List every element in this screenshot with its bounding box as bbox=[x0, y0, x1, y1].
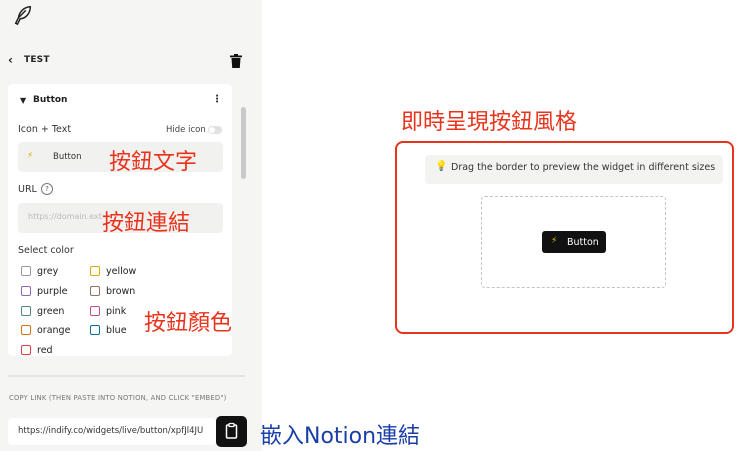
scrollbar-thumb[interactable] bbox=[241, 107, 246, 179]
color-swatch-yellow[interactable] bbox=[90, 266, 100, 276]
annotation-embed-link: 嵌入Notion連結 bbox=[260, 424, 421, 449]
copy-link-button[interactable] bbox=[216, 416, 247, 447]
caret-down-icon[interactable]: ▼ bbox=[20, 96, 26, 105]
icon-text-label: Icon + Text bbox=[18, 124, 72, 135]
color-swatch-brown[interactable] bbox=[90, 286, 100, 296]
annotation-button-text: 按鈕文字 bbox=[109, 150, 198, 175]
annotation-live-preview: 即時呈現按鈕風格 bbox=[401, 110, 578, 135]
page-title: TEST bbox=[24, 55, 50, 65]
color-option-yellow[interactable]: yellow bbox=[106, 266, 136, 277]
button-text-input[interactable]: Button bbox=[53, 152, 81, 162]
annotation-button-link: 按鈕連結 bbox=[102, 211, 191, 236]
embed-link-input[interactable]: https://indify.co/widgets/live/button/xp… bbox=[18, 426, 210, 436]
color-swatch-grey[interactable] bbox=[21, 266, 31, 276]
lightbulb-icon: 💡 bbox=[435, 161, 448, 172]
kebab-icon[interactable]: ⋮ bbox=[212, 94, 222, 105]
color-swatch-red[interactable] bbox=[21, 345, 31, 355]
feather-icon bbox=[14, 6, 32, 26]
preview-tip-text: Drag the border to preview the widget in… bbox=[451, 162, 716, 173]
color-swatch-orange[interactable] bbox=[21, 325, 31, 335]
color-option-red[interactable]: red bbox=[37, 345, 53, 356]
hide-icon-toggle[interactable] bbox=[208, 126, 222, 134]
color-option-pink[interactable]: pink bbox=[106, 306, 126, 317]
lightning-icon: ⚡ bbox=[551, 236, 558, 246]
section-title: Button bbox=[33, 95, 68, 105]
color-option-blue[interactable]: blue bbox=[106, 325, 127, 336]
clipboard-icon bbox=[225, 422, 238, 439]
hide-icon-label: Hide icon bbox=[166, 125, 206, 135]
preview-button-label: Button bbox=[567, 237, 599, 248]
color-option-purple[interactable]: purple bbox=[37, 286, 67, 297]
color-swatch-green[interactable] bbox=[21, 306, 31, 316]
trash-icon[interactable] bbox=[230, 54, 242, 68]
select-color-label: Select color bbox=[18, 245, 74, 256]
url-input[interactable]: https://domain.ext bbox=[28, 212, 102, 221]
divider bbox=[8, 375, 245, 377]
color-option-grey[interactable]: grey bbox=[37, 266, 58, 277]
color-option-orange[interactable]: orange bbox=[37, 325, 70, 336]
annotation-button-color: 按鈕顏色 bbox=[144, 311, 233, 336]
color-option-brown[interactable]: brown bbox=[106, 286, 135, 297]
help-icon[interactable]: ? bbox=[41, 183, 53, 195]
color-swatch-pink[interactable] bbox=[90, 306, 100, 316]
back-button[interactable]: ‹ bbox=[8, 53, 13, 67]
color-swatch-purple[interactable] bbox=[21, 286, 31, 296]
lightning-icon[interactable]: ⚡ bbox=[27, 151, 33, 161]
copy-link-label: COPY LINK (THEN PASTE INTO NOTION, AND C… bbox=[9, 394, 227, 402]
url-label: URL bbox=[18, 184, 37, 195]
color-option-green[interactable]: green bbox=[37, 306, 64, 317]
color-swatch-blue[interactable] bbox=[90, 325, 100, 335]
